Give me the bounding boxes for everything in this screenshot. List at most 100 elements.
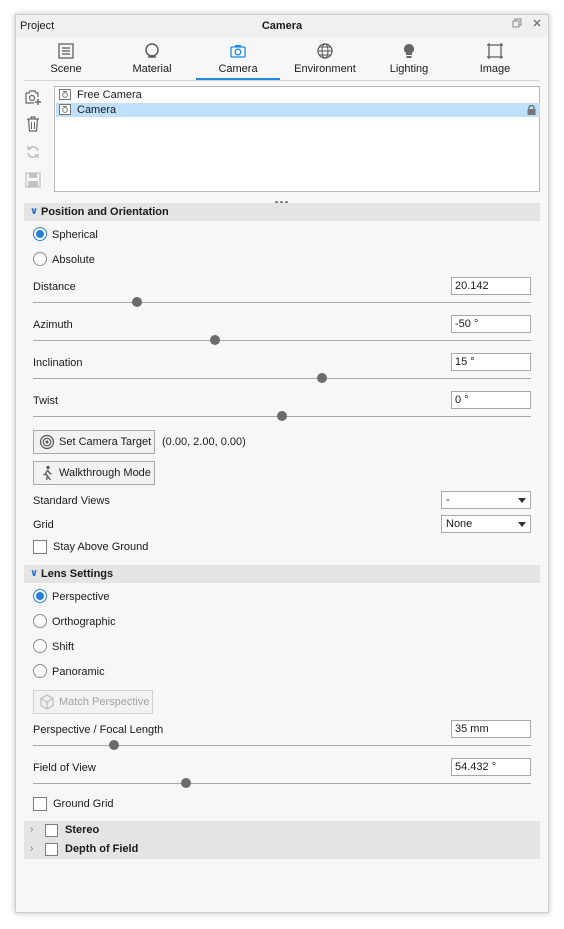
cube-icon bbox=[40, 694, 54, 710]
button-label: Set Camera Target bbox=[59, 436, 152, 448]
stay-above-ground-label: Stay Above Ground bbox=[53, 541, 149, 553]
panoramic-radio[interactable] bbox=[33, 664, 47, 678]
collapsed-sections: › Stereo › Depth of Field bbox=[24, 821, 540, 859]
azimuth-slider-track[interactable] bbox=[33, 340, 531, 341]
perspective-radio[interactable] bbox=[33, 589, 47, 603]
tab-label: Material bbox=[132, 63, 172, 75]
shift-label: Shift bbox=[52, 641, 75, 653]
tab-scene[interactable]: Scene bbox=[31, 37, 101, 81]
inclination-field[interactable]: 15 ° bbox=[451, 353, 531, 371]
absolute-radio[interactable] bbox=[33, 252, 47, 266]
chevron-down-icon bbox=[518, 522, 526, 527]
grid-label: Grid bbox=[33, 519, 54, 531]
tab-bar: Scene Material Camera Environment Lighti… bbox=[16, 37, 548, 81]
camera-name: Free Camera bbox=[77, 89, 142, 101]
distance-slider-thumb[interactable] bbox=[132, 297, 142, 307]
azimuth-slider-thumb[interactable] bbox=[210, 335, 220, 345]
twist-field[interactable]: 0 ° bbox=[451, 391, 531, 409]
walkthrough-mode-button[interactable]: Walkthrough Mode bbox=[33, 461, 155, 485]
tab-label: Scene bbox=[50, 63, 82, 75]
depth-of-field-checkbox[interactable] bbox=[45, 843, 58, 856]
focal-length-slider-track[interactable] bbox=[33, 745, 531, 746]
set-camera-target-button[interactable]: Set Camera Target bbox=[33, 430, 155, 454]
chevron-down-icon: ∨ bbox=[30, 206, 39, 217]
material-sphere-icon bbox=[145, 43, 159, 58]
inclination-label: Inclination bbox=[33, 357, 83, 369]
section-title: Depth of Field bbox=[65, 843, 139, 855]
section-position-orientation[interactable]: ∨ Position and Orientation bbox=[24, 203, 540, 221]
section-title: Stereo bbox=[65, 824, 100, 836]
standard-views-label: Standard Views bbox=[33, 495, 110, 507]
list-item[interactable]: Camera bbox=[56, 103, 540, 117]
walking-person-icon bbox=[43, 465, 52, 481]
tab-lighting[interactable]: Lighting bbox=[376, 37, 442, 81]
tab-material[interactable]: Material bbox=[116, 37, 188, 81]
fov-field[interactable]: 54.432 ° bbox=[451, 758, 531, 776]
stay-above-ground-checkbox[interactable] bbox=[33, 540, 47, 554]
camera-list: Free Camera Camera bbox=[54, 86, 540, 192]
inclination-slider-thumb[interactable] bbox=[317, 373, 327, 383]
chevron-down-icon: ∨ bbox=[30, 568, 39, 579]
button-label: Walkthrough Mode bbox=[59, 467, 151, 479]
focal-length-slider-thumb[interactable] bbox=[109, 740, 119, 750]
target-icon bbox=[39, 434, 55, 450]
section-lens-settings[interactable]: ∨ Lens Settings bbox=[24, 565, 540, 583]
restore-icon[interactable] bbox=[510, 18, 524, 32]
tab-camera[interactable]: Camera bbox=[196, 37, 280, 81]
standard-views-select[interactable]: - bbox=[441, 491, 531, 509]
tab-divider bbox=[24, 80, 540, 81]
fov-slider-track[interactable] bbox=[33, 783, 531, 784]
stereo-checkbox[interactable] bbox=[45, 824, 58, 837]
distance-field[interactable]: 20.142 bbox=[451, 277, 531, 295]
section-depth-of-field[interactable]: › Depth of Field bbox=[24, 840, 540, 859]
save-icon bbox=[25, 172, 41, 188]
camera-icon bbox=[59, 104, 71, 115]
lightbulb-icon bbox=[404, 44, 414, 58]
focal-length-field[interactable]: 35 mm bbox=[451, 720, 531, 738]
lock-icon[interactable] bbox=[527, 105, 536, 115]
resize-grip[interactable] bbox=[275, 195, 291, 204]
section-stereo[interactable]: › Stereo bbox=[24, 821, 540, 840]
twist-label: Twist bbox=[33, 395, 59, 407]
fov-label: Field of View bbox=[33, 762, 96, 774]
trash-icon[interactable] bbox=[24, 115, 42, 133]
twist-slider-thumb[interactable] bbox=[277, 411, 287, 421]
chevron-down-icon bbox=[518, 498, 526, 503]
chevron-right-icon: › bbox=[30, 843, 34, 854]
title-bar: Project Camera bbox=[16, 15, 548, 37]
globe-icon bbox=[317, 43, 333, 59]
add-camera-icon[interactable] bbox=[24, 88, 42, 106]
image-frame-icon bbox=[487, 43, 503, 59]
tab-image[interactable]: Image bbox=[462, 37, 528, 81]
tab-label: Environment bbox=[294, 63, 356, 75]
spherical-label: Spherical bbox=[52, 229, 98, 241]
tab-label: Camera bbox=[218, 63, 258, 75]
orthographic-radio[interactable] bbox=[33, 614, 47, 628]
camera-panel: Project Camera Scene Material Camera Env… bbox=[15, 14, 549, 913]
scene-list-icon bbox=[58, 43, 74, 59]
select-value: None bbox=[446, 518, 473, 530]
distance-slider-track[interactable] bbox=[33, 302, 531, 303]
azimuth-label: Azimuth bbox=[33, 319, 73, 331]
spherical-radio[interactable] bbox=[33, 227, 47, 241]
shift-radio[interactable] bbox=[33, 639, 47, 653]
distance-label: Distance bbox=[33, 281, 76, 293]
fov-slider-thumb[interactable] bbox=[181, 778, 191, 788]
focal-length-label: Perspective / Focal Length bbox=[33, 724, 164, 736]
list-item[interactable]: Free Camera bbox=[56, 88, 540, 102]
ground-grid-checkbox[interactable] bbox=[33, 797, 47, 811]
grid-select[interactable]: None bbox=[441, 515, 531, 533]
inclination-slider-track[interactable] bbox=[33, 378, 531, 379]
select-value: - bbox=[446, 494, 450, 506]
close-icon[interactable] bbox=[530, 18, 544, 32]
camera-icon bbox=[230, 45, 246, 58]
camera-icon bbox=[59, 89, 71, 100]
tab-label: Lighting bbox=[389, 63, 429, 75]
window-title: Camera bbox=[261, 20, 303, 32]
tab-environment[interactable]: Environment bbox=[288, 37, 362, 81]
camera-name: Camera bbox=[77, 104, 117, 116]
refresh-icon bbox=[27, 146, 39, 158]
azimuth-field[interactable]: -50 ° bbox=[451, 315, 531, 333]
camera-target-coords: (0.00, 2.00, 0.00) bbox=[162, 436, 246, 448]
match-perspective-button[interactable]: Match Perspective bbox=[33, 690, 153, 714]
